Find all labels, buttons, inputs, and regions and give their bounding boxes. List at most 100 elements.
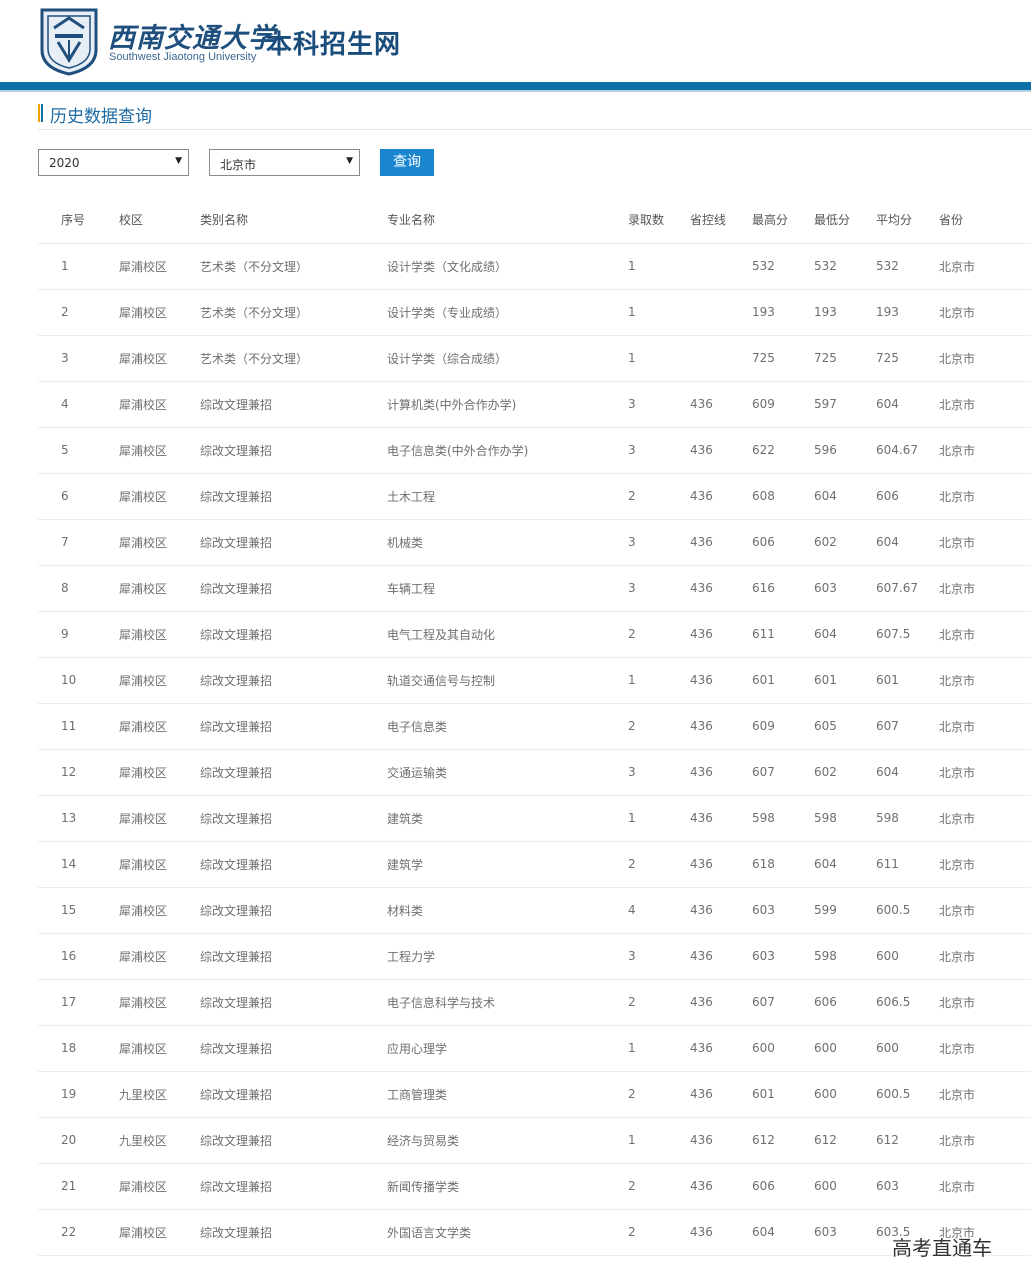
table-row: 7 犀浦校区 综改文理兼招 机械类 3 436 606 602 604 北京市 — [38, 519, 1031, 566]
row-campus: 犀浦校区 — [119, 289, 200, 336]
row-major: 应用心理学 — [387, 1025, 628, 1072]
row-category: 综改文理兼招 — [200, 979, 387, 1026]
row-campus: 犀浦校区 — [119, 335, 200, 382]
row-province: 北京市 — [939, 795, 1031, 842]
row-control-line: 436 — [690, 381, 752, 428]
university-emblem-icon[interactable] — [38, 6, 100, 76]
watermark-text: 高考直通车 — [892, 1236, 992, 1260]
row-no: 2 — [38, 289, 119, 336]
section-marker-icon — [38, 104, 43, 122]
column-header-avg-score: 平均分 — [876, 197, 939, 244]
row-control-line: 436 — [690, 427, 752, 474]
row-province: 北京市 — [939, 1071, 1031, 1118]
row-no: 5 — [38, 427, 119, 474]
row-min-score: 604 — [814, 611, 876, 658]
row-no: 13 — [38, 795, 119, 842]
row-no: 12 — [38, 749, 119, 796]
row-control-line: 436 — [690, 519, 752, 566]
row-province: 北京市 — [939, 243, 1031, 290]
row-major: 工程力学 — [387, 933, 628, 980]
row-min-score: 600 — [814, 1071, 876, 1118]
row-no: 4 — [38, 381, 119, 428]
row-max-score: 193 — [752, 289, 814, 336]
table-row: 18 犀浦校区 综改文理兼招 应用心理学 1 436 600 600 600 北京市 — [38, 1025, 1031, 1072]
row-max-score: 604 — [752, 1209, 814, 1256]
row-control-line — [690, 335, 752, 382]
row-avg-score: 725 — [876, 335, 939, 382]
row-min-score: 725 — [814, 335, 876, 382]
row-control-line: 436 — [690, 473, 752, 520]
row-avg-score: 607 — [876, 703, 939, 750]
year-select[interactable]: 2020 ▼ — [38, 149, 189, 176]
row-min-score: 602 — [814, 749, 876, 796]
row-no: 19 — [38, 1071, 119, 1118]
row-campus: 犀浦校区 — [119, 1209, 200, 1256]
row-max-score: 532 — [752, 243, 814, 290]
row-campus: 犀浦校区 — [119, 703, 200, 750]
row-control-line: 436 — [690, 703, 752, 750]
row-province: 北京市 — [939, 657, 1031, 704]
row-major: 轨道交通信号与控制 — [387, 657, 628, 704]
row-min-score: 604 — [814, 473, 876, 520]
row-avg-score: 600 — [876, 933, 939, 980]
row-control-line: 436 — [690, 1209, 752, 1256]
row-control-line: 436 — [690, 565, 752, 612]
row-no: 7 — [38, 519, 119, 566]
row-major: 材料类 — [387, 887, 628, 934]
row-province: 北京市 — [939, 979, 1031, 1026]
row-province: 北京市 — [939, 289, 1031, 336]
row-major: 设计学类（文化成绩） — [387, 243, 628, 290]
school-name-cn[interactable]: 西南交通大学 — [108, 16, 276, 55]
row-no: 3 — [38, 335, 119, 382]
row-avg-score: 604 — [876, 749, 939, 796]
column-header-campus: 校区 — [119, 197, 200, 244]
row-province: 北京市 — [939, 611, 1031, 658]
row-control-line: 436 — [690, 1071, 752, 1118]
row-campus: 犀浦校区 — [119, 565, 200, 612]
row-max-score: 607 — [752, 749, 814, 796]
admission-score-table: 序号 校区 类别名称 专业名称 录取数 省控线 最高分 最低分 平均分 省份 1… — [38, 197, 1031, 1256]
column-header-control-line: 省控线 — [690, 197, 752, 244]
row-no: 9 — [38, 611, 119, 658]
row-province: 北京市 — [939, 519, 1031, 566]
table-row: 4 犀浦校区 综改文理兼招 计算机类(中外合作办学) 3 436 609 597 604 北京市 — [38, 381, 1031, 428]
row-category: 综改文理兼招 — [200, 1071, 387, 1118]
row-category: 艺术类（不分文理） — [200, 243, 387, 290]
row-admitted: 1 — [628, 289, 690, 336]
row-admitted: 1 — [628, 335, 690, 382]
row-min-score: 602 — [814, 519, 876, 566]
row-category: 艺术类（不分文理） — [200, 335, 387, 382]
row-avg-score: 607.67 — [876, 565, 939, 612]
row-no: 11 — [38, 703, 119, 750]
row-major: 交通运输类 — [387, 749, 628, 796]
row-control-line: 436 — [690, 1025, 752, 1072]
table-row: 5 犀浦校区 综改文理兼招 电子信息类(中外合作办学) 3 436 622 596 604.67… — [38, 427, 1031, 474]
table-row: 16 犀浦校区 综改文理兼招 工程力学 3 436 603 598 600 北京市 — [38, 933, 1031, 980]
row-max-score: 606 — [752, 519, 814, 566]
row-major: 工商管理类 — [387, 1071, 628, 1118]
row-category: 综改文理兼招 — [200, 611, 387, 658]
row-admitted: 2 — [628, 841, 690, 888]
row-admitted: 1 — [628, 657, 690, 704]
row-campus: 犀浦校区 — [119, 611, 200, 658]
row-min-score: 598 — [814, 795, 876, 842]
row-control-line: 436 — [690, 611, 752, 658]
row-campus: 犀浦校区 — [119, 887, 200, 934]
query-button[interactable]: 查询 — [380, 149, 434, 176]
row-major: 建筑学 — [387, 841, 628, 888]
province-select[interactable]: 北京市 ▼ — [209, 149, 360, 176]
row-control-line: 436 — [690, 657, 752, 704]
row-min-score: 606 — [814, 979, 876, 1026]
row-min-score: 600 — [814, 1163, 876, 1210]
row-max-score: 611 — [752, 611, 814, 658]
row-category: 综改文理兼招 — [200, 1209, 387, 1256]
row-admitted: 3 — [628, 427, 690, 474]
row-campus: 犀浦校区 — [119, 519, 200, 566]
site-title[interactable]: 本科招生网 — [266, 24, 401, 61]
table-row: 22 犀浦校区 综改文理兼招 外国语言文学类 2 436 604 603 603.5 北京市 — [38, 1209, 1031, 1256]
row-campus: 犀浦校区 — [119, 1025, 200, 1072]
row-category: 综改文理兼招 — [200, 933, 387, 980]
table-row: 13 犀浦校区 综改文理兼招 建筑类 1 436 598 598 598 北京市 — [38, 795, 1031, 842]
row-max-score: 603 — [752, 887, 814, 934]
row-avg-score: 612 — [876, 1117, 939, 1164]
